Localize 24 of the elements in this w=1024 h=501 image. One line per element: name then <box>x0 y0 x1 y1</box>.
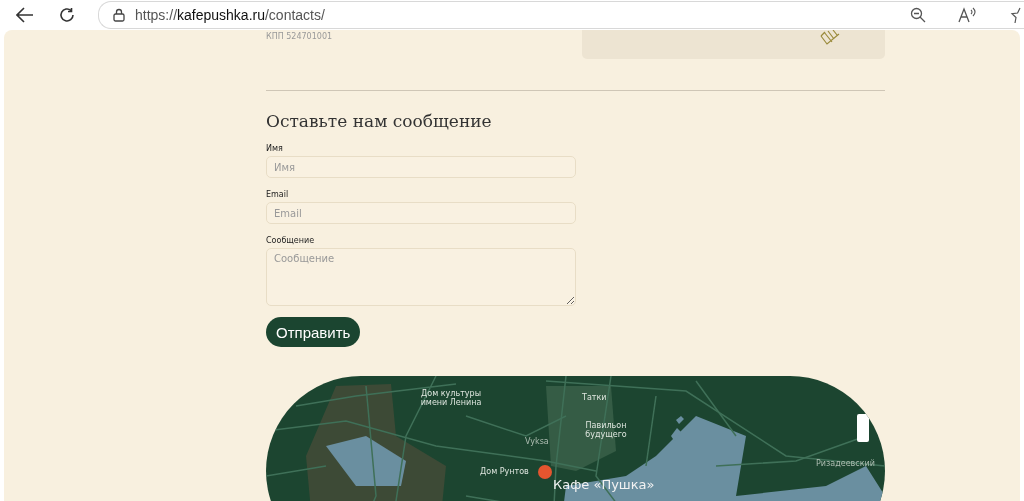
input-field[interactable]: Имя <box>266 156 576 178</box>
zoom-out-icon[interactable] <box>910 7 926 23</box>
field-label: Email <box>266 190 290 199</box>
submit-button[interactable]: Отправить <box>266 317 361 347</box>
map-label: Дом Рунтов <box>480 468 529 477</box>
address-bar[interactable]: https://kafepushka.ru/contacts/ <box>98 1 1024 29</box>
field-label: Сообщение <box>266 236 316 245</box>
company-kpp-text: КПП 524701001 <box>266 32 333 43</box>
map-label: Vyksa <box>525 438 549 447</box>
marker-label: Кафе «Пушка» <box>553 478 655 493</box>
field-label: Имя <box>266 144 284 153</box>
map-label: Ризадеевский <box>816 460 875 469</box>
url-text: https://kafepushka.ru/contacts/ <box>135 7 325 23</box>
reload-icon <box>59 7 75 23</box>
back-icon <box>16 7 34 23</box>
map-label: Дом культуры имени Ленина <box>419 390 483 408</box>
map-label: Татки <box>582 394 607 403</box>
map-label: Павильон будущего <box>584 422 628 440</box>
lock-icon <box>113 8 125 22</box>
map-marker-icon <box>538 465 552 479</box>
message-field[interactable]: Сообщение <box>266 248 576 306</box>
input-field[interactable]: Email <box>266 202 576 224</box>
form-title: Оставьте нам сообщение <box>266 111 493 131</box>
read-aloud-icon[interactable] <box>958 7 978 23</box>
